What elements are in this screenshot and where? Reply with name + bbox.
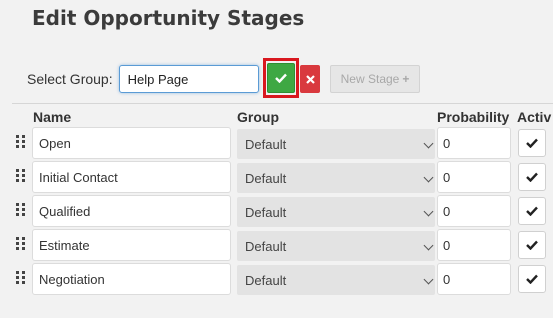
stage-row: Estimate Default 0	[0, 229, 553, 261]
confirm-group-button[interactable]	[267, 63, 295, 93]
new-stage-button[interactable]: New Stage +	[330, 65, 420, 93]
check-icon	[526, 172, 538, 182]
stage-probability-text: 0	[443, 169, 451, 185]
group-name-input[interactable]	[118, 65, 259, 93]
stage-probability-text: 0	[443, 203, 451, 219]
chevron-down-icon	[423, 206, 434, 217]
stage-group-value: Default	[245, 170, 287, 186]
chevron-down-icon	[423, 240, 434, 251]
check-icon	[526, 206, 538, 216]
stage-group-select[interactable]: Default	[237, 231, 435, 261]
column-header-probability: Probability	[437, 109, 510, 125]
chevron-down-icon	[423, 172, 434, 183]
stage-probability-input[interactable]: 0	[437, 127, 511, 159]
column-header-name: Name	[33, 109, 72, 125]
stage-name-input[interactable]: Negotiation	[32, 263, 231, 295]
stage-group-select[interactable]: Default	[237, 163, 435, 193]
cancel-group-button[interactable]	[300, 65, 320, 93]
times-icon	[305, 74, 315, 84]
stage-group-select[interactable]: Default	[237, 129, 435, 159]
check-icon	[526, 240, 538, 250]
stage-row: Open Default 0	[0, 127, 553, 159]
stage-row: Negotiation Default 0	[0, 263, 553, 295]
stage-name-input[interactable]: Open	[32, 127, 231, 159]
column-header-active: Activ	[517, 109, 552, 125]
drag-handle-icon[interactable]	[16, 271, 26, 287]
stage-active-checkbox[interactable]	[518, 265, 546, 293]
stage-name-text: Negotiation	[39, 271, 105, 287]
plus-icon: +	[402, 72, 410, 86]
stage-group-value: Default	[245, 204, 287, 220]
stage-probability-input[interactable]: 0	[437, 263, 511, 295]
stage-probability-input[interactable]: 0	[437, 195, 511, 227]
chevron-down-icon	[423, 138, 434, 149]
stage-row: Initial Contact Default 0	[0, 161, 553, 193]
stage-name-text: Estimate	[39, 237, 90, 253]
drag-handle-icon[interactable]	[16, 237, 26, 253]
new-stage-label: New Stage	[340, 72, 400, 86]
check-icon	[526, 274, 538, 284]
stage-name-text: Initial Contact	[39, 169, 118, 185]
stage-name-input[interactable]: Qualified	[32, 195, 231, 227]
stage-name-input[interactable]: Estimate	[32, 229, 231, 261]
stage-name-text: Qualified	[39, 203, 91, 219]
header-divider	[12, 103, 553, 104]
stage-row: Qualified Default 0	[0, 195, 553, 227]
stage-group-select[interactable]: Default	[237, 197, 435, 227]
stage-group-value: Default	[245, 238, 287, 254]
stage-active-checkbox[interactable]	[518, 163, 546, 191]
stage-group-select[interactable]: Default	[237, 265, 435, 295]
drag-handle-icon[interactable]	[16, 169, 26, 185]
stage-active-checkbox[interactable]	[518, 197, 546, 225]
stage-name-input[interactable]: Initial Contact	[32, 161, 231, 193]
stage-active-checkbox[interactable]	[518, 129, 546, 157]
stage-probability-text: 0	[443, 237, 451, 253]
drag-handle-icon[interactable]	[16, 135, 26, 151]
stage-probability-input[interactable]: 0	[437, 229, 511, 261]
stage-probability-text: 0	[443, 135, 451, 151]
column-header-group: Group	[237, 109, 279, 125]
chevron-down-icon	[423, 274, 434, 285]
stage-name-text: Open	[39, 135, 71, 151]
stage-group-value: Default	[245, 136, 287, 152]
stage-group-value: Default	[245, 272, 287, 288]
stage-probability-input[interactable]: 0	[437, 161, 511, 193]
stage-active-checkbox[interactable]	[518, 231, 546, 259]
check-icon	[275, 73, 287, 83]
drag-handle-icon[interactable]	[16, 203, 26, 219]
select-group-label: Select Group:	[27, 71, 113, 87]
dialog-title: Edit Opportunity Stages	[32, 6, 305, 30]
check-icon	[526, 138, 538, 148]
group-selector-row: Select Group:	[27, 63, 259, 95]
stage-probability-text: 0	[443, 271, 451, 287]
confirm-highlight	[263, 58, 299, 98]
